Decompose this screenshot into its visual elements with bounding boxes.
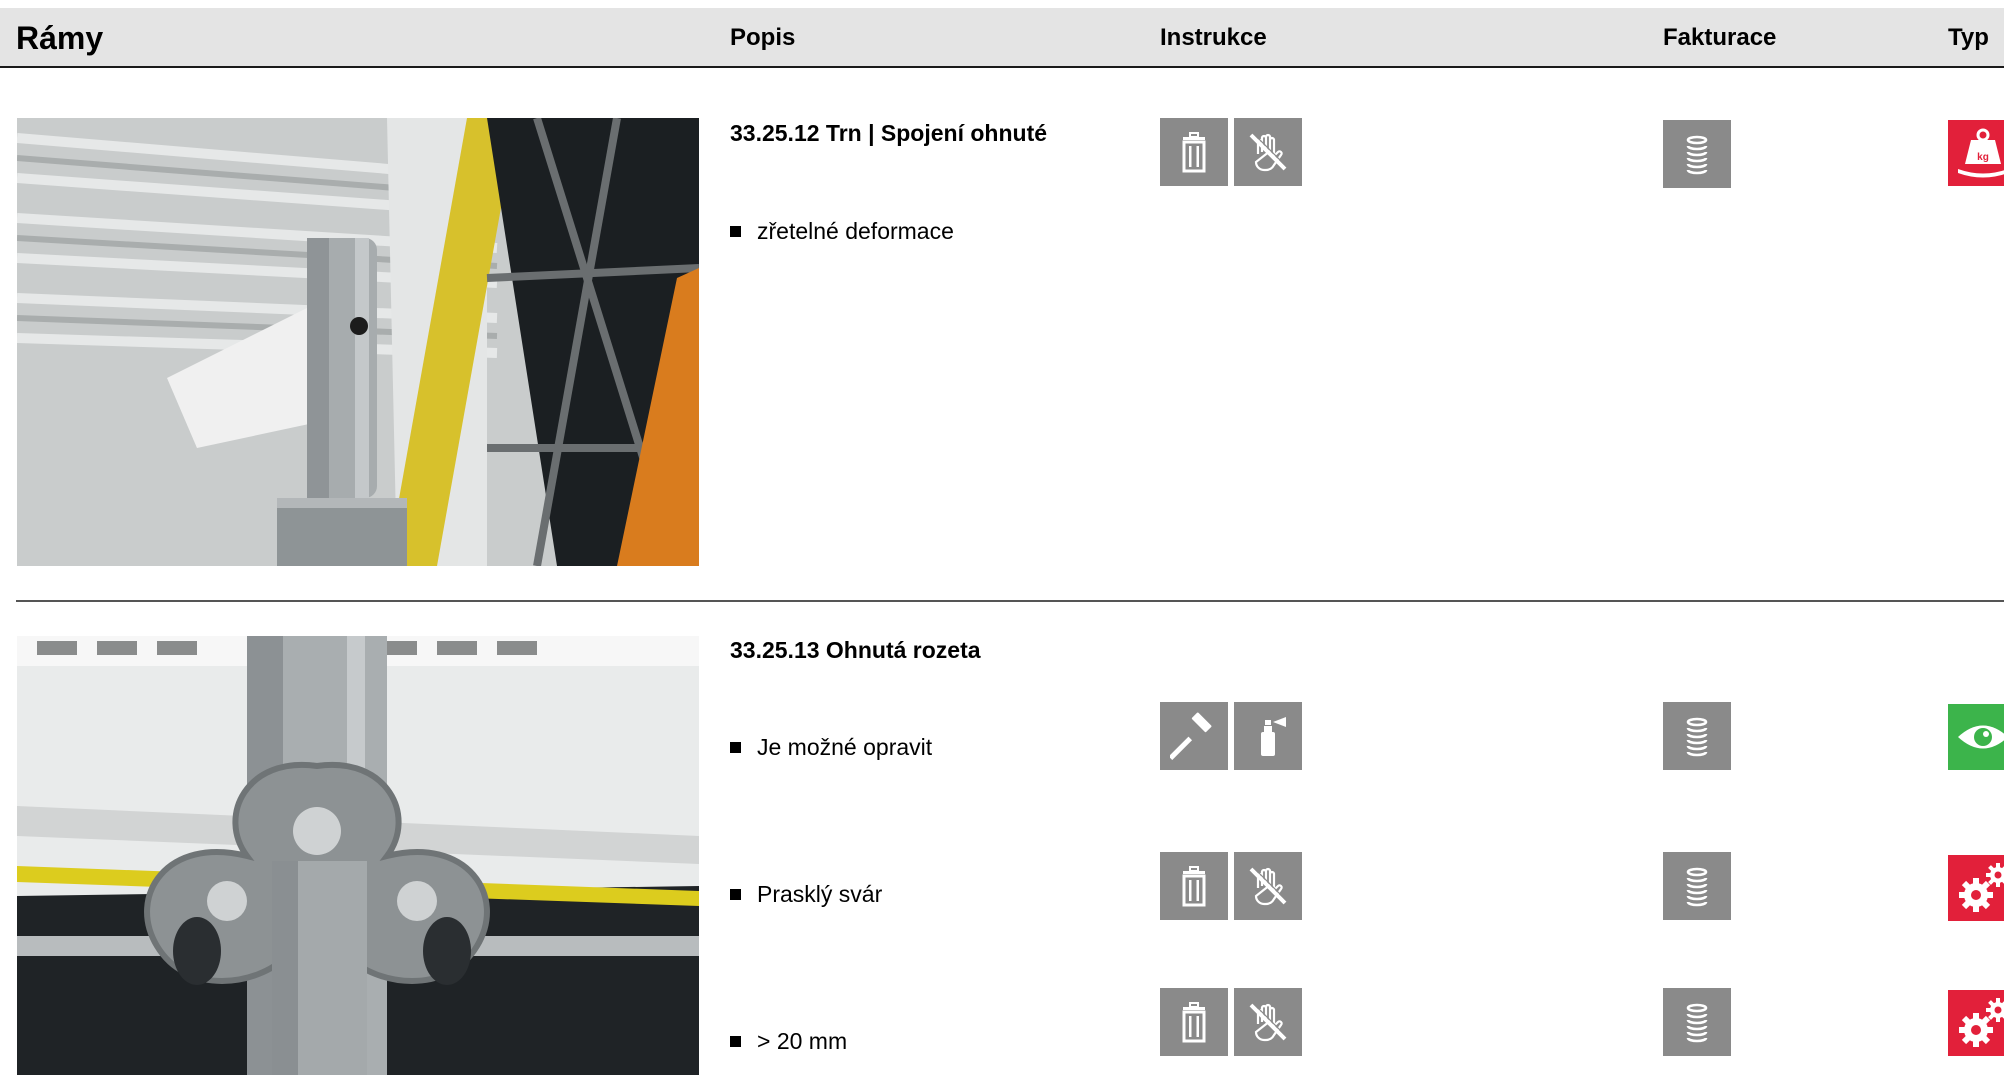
table-header: Rámy Popis Instrukce Fakturace Typ bbox=[0, 8, 2004, 68]
page-title: Rámy bbox=[16, 20, 104, 56]
photo-spigot-bent bbox=[17, 118, 699, 566]
column-header-typ: Typ bbox=[1948, 24, 1989, 51]
trash-icon bbox=[1160, 118, 1228, 186]
trash-icon bbox=[1160, 852, 1228, 920]
spray-can-icon bbox=[1234, 702, 1302, 770]
eye-icon bbox=[1948, 704, 2004, 770]
no-touch-icon bbox=[1234, 118, 1302, 186]
no-touch-icon bbox=[1234, 988, 1302, 1056]
item-title: 33.25.12 Trn | Spojení ohnuté bbox=[730, 120, 1048, 146]
gears-icon bbox=[1948, 990, 2004, 1056]
weight-kg-icon bbox=[1948, 120, 2004, 186]
no-touch-icon bbox=[1234, 852, 1302, 920]
photo-rosette-bent bbox=[17, 636, 699, 1075]
item-title: 33.25.13 Ohnutá rozeta bbox=[730, 637, 981, 663]
column-header-popis: Popis bbox=[730, 24, 796, 51]
column-header-fakturace: Fakturace bbox=[1663, 24, 1777, 51]
defect-row-label: Prasklý svár bbox=[730, 881, 882, 908]
column-header-instrukce: Instrukce bbox=[1160, 24, 1267, 51]
coin-stack-icon bbox=[1663, 120, 1731, 188]
gears-icon bbox=[1948, 855, 2004, 921]
coin-stack-icon bbox=[1663, 702, 1731, 770]
coin-stack-icon bbox=[1663, 852, 1731, 920]
defect-row-label: zřetelné deformace bbox=[730, 218, 954, 245]
defect-row-label: > 20 mm bbox=[730, 1028, 847, 1055]
coin-stack-icon bbox=[1663, 988, 1731, 1056]
row-divider bbox=[16, 600, 2004, 602]
defect-row-label: Je možné opravit bbox=[730, 734, 932, 761]
trash-icon bbox=[1160, 988, 1228, 1056]
hammer-icon bbox=[1160, 702, 1228, 770]
